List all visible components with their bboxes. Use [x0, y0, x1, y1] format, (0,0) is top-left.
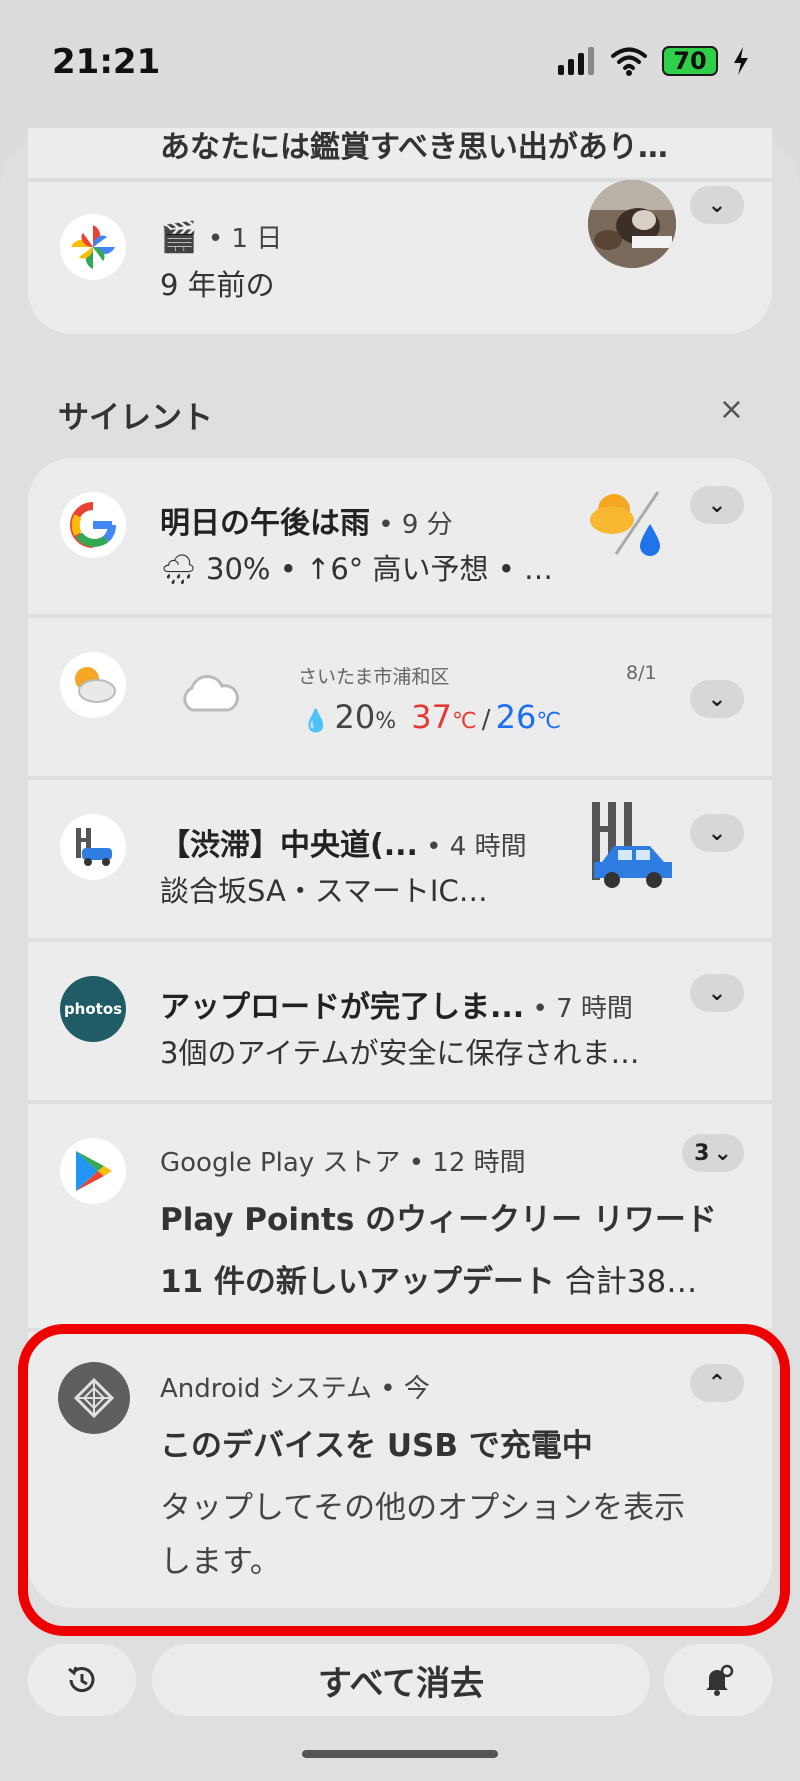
google-photos-icon [60, 214, 126, 280]
notification-traffic[interactable]: 【渋滞】中央道(... • 4 時間 談合坂SA・スマートIC… ⌄ [28, 780, 772, 938]
expand-group-button[interactable]: 3 ⌄ [682, 1134, 744, 1172]
clock: 21:21 [52, 42, 161, 82]
bottom-actions: すべて消去 [28, 1644, 772, 1716]
notification-google[interactable]: 明日の午後は雨 • 9 分 🌧 30% • ↑6° 高い予想 • … ⌄ [28, 458, 772, 614]
weather-app-icon [60, 652, 126, 718]
expand-button[interactable]: ⌄ [690, 186, 744, 224]
expand-button[interactable]: ⌄ [690, 680, 744, 718]
weather-location: さいたま市浦和区 [298, 666, 450, 688]
section-title-silent: サイレント [58, 400, 213, 436]
chevron-down-icon: ⌄ [707, 820, 727, 846]
traffic-notification-title: 【渋滞】中央道(... • 4 時間 [160, 820, 527, 864]
amazon-photos-notification-title: アップロードが完了しま... • 7 時間 [160, 982, 633, 1026]
traffic-jam-icon [588, 802, 676, 890]
amazon-photos-logo-text: photos [63, 1000, 123, 1018]
updates-title: 11 件の新しいアップデート [160, 1264, 555, 1300]
play-store-icon [60, 1138, 126, 1204]
notification-time: • 9 分 [370, 510, 453, 540]
cloud-icon [178, 674, 240, 718]
weather-date: 8/1 [626, 662, 657, 684]
temp-high-unit: ℃ [451, 709, 477, 734]
wifi-icon [611, 47, 647, 76]
status-icons: 70 [556, 46, 750, 76]
traffic-notification-text: 談合坂SA・スマートIC… [160, 874, 488, 908]
notification-play-store[interactable]: Google Play ストア • 12 時間 3 ⌄ Play Points … [28, 1104, 772, 1328]
chevron-down-icon: ⌄ [707, 686, 727, 712]
chevron-down-icon: ⌄ [713, 1140, 732, 1166]
navigation-handle[interactable] [302, 1750, 498, 1758]
precip-unit: % [375, 709, 397, 734]
notification-text: 9 年前の [160, 268, 275, 302]
highlight-box [18, 1324, 790, 1636]
temp-low: 26 [495, 698, 537, 736]
notification-time: • 7 時間 [524, 994, 633, 1024]
clear-all-label: すべて消去 [317, 1663, 485, 1704]
google-notification-title: 明日の午後は雨 • 9 分 [160, 498, 453, 542]
chevron-down-icon: ⌄ [707, 492, 727, 518]
title-text: アップロードが完了しま... [160, 990, 525, 1025]
precip-value: 20 [334, 698, 376, 736]
chevron-down-icon: ⌄ [707, 980, 727, 1006]
notification-time: • 1 日 [207, 224, 283, 254]
cat-photo-thumbnail [588, 180, 676, 268]
raindrop-icon: 💧 [302, 709, 330, 734]
history-button[interactable] [28, 1644, 136, 1716]
section-close-button[interactable]: × [719, 392, 744, 427]
clear-all-button[interactable]: すべて消去 [152, 1644, 650, 1716]
amazon-photos-icon: photos [60, 976, 126, 1042]
expand-button[interactable]: ⌄ [690, 974, 744, 1012]
updates-line: 11 件の新しいアップデート 合計38… [160, 1256, 697, 1301]
play-points-title: Play Points のウィークリー リワード [160, 1202, 717, 1238]
signal-icon [558, 47, 594, 75]
charging-bolt-icon [734, 47, 748, 75]
clapper-icon: 🎬 [160, 220, 198, 255]
title-text: 明日の午後は雨 [160, 506, 370, 541]
notification-weather[interactable]: さいたま市浦和区 8/1 💧 20% 37℃ / 26℃ ⌄ [28, 618, 772, 776]
group-count: 3 [694, 1140, 710, 1166]
temp-low-unit: ℃ [536, 709, 562, 734]
traffic-app-icon [60, 814, 126, 880]
notification-amazon-photos[interactable]: photos アップロードが完了しま... • 7 時間 3個のアイテムが安全に… [28, 942, 772, 1100]
battery-indicator: 70 [662, 46, 718, 76]
chevron-down-icon: ⌄ [707, 192, 727, 218]
google-icon [60, 492, 126, 558]
amazon-photos-notification-text: 3個のアイテムが安全に保存されま… [160, 1036, 640, 1070]
expand-button[interactable]: ⌄ [690, 814, 744, 852]
cut-off-notification-text: あなたには鑑賞すべき思い出があり… [160, 130, 668, 165]
temp-separator: / [481, 705, 491, 735]
weather-values: 💧 20% 37℃ / 26℃ [302, 698, 561, 736]
history-icon [68, 1666, 95, 1693]
rain-weather-icon [588, 484, 676, 572]
temp-high: 37 [411, 698, 452, 736]
notification-settings-button[interactable] [664, 1644, 772, 1716]
divider [28, 178, 772, 182]
notification-time: • 4 時間 [417, 832, 527, 862]
bell-settings-icon [706, 1664, 734, 1696]
status-bar: 21:21 70 [0, 0, 800, 120]
notification-group-photos[interactable]: あなたには鑑賞すべき思い出があり… 🎬 • 1 日 9 年前の ⌄ [28, 128, 772, 334]
title-text: 【渋滞】中央道(... [160, 828, 418, 863]
google-notification-text: 🌧 30% • ↑6° 高い予想 • … [160, 552, 554, 586]
photos-notification-header: 🎬 • 1 日 [160, 218, 282, 255]
updates-text: 合計38… [554, 1264, 698, 1300]
play-store-app-header: Google Play ストア • 12 時間 [160, 1148, 526, 1178]
expand-button[interactable]: ⌄ [690, 486, 744, 524]
